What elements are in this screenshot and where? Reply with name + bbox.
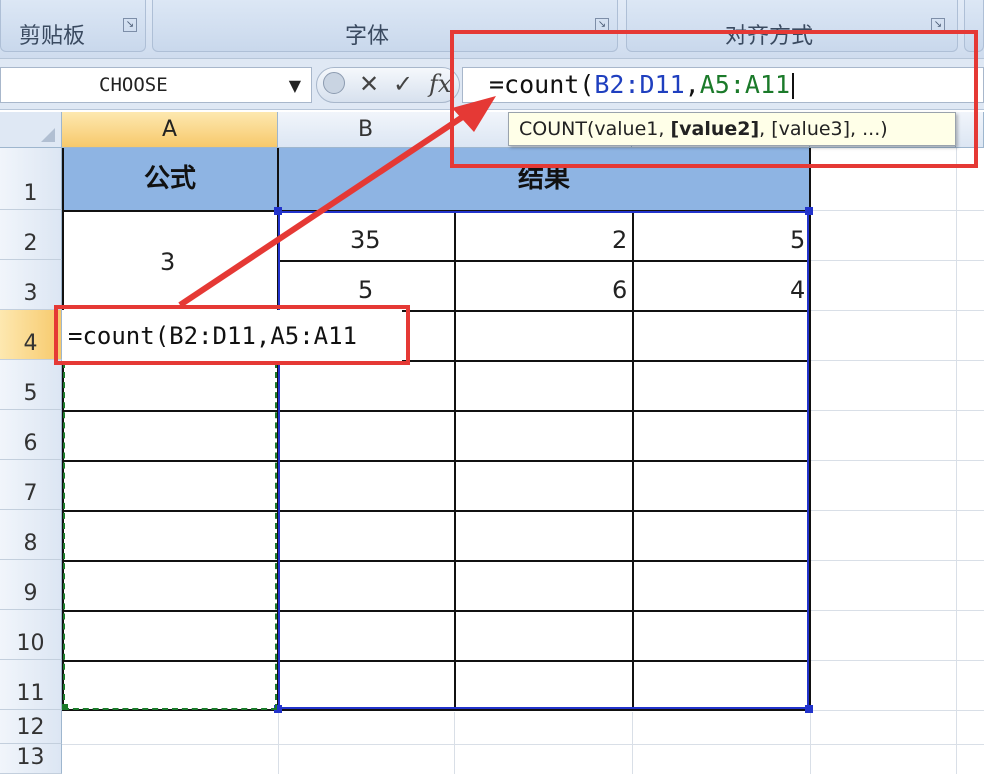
function-tooltip: COUNT(value1, [value2], [value3], ...) [508, 112, 956, 146]
tooltip-prefix: COUNT(value1, [519, 118, 671, 140]
arrow-head-icon [452, 96, 496, 132]
tooltip-suffix: , [value3], ...) [759, 118, 888, 140]
tooltip-active-arg: [value2] [670, 118, 760, 140]
arrow-line [178, 109, 472, 308]
